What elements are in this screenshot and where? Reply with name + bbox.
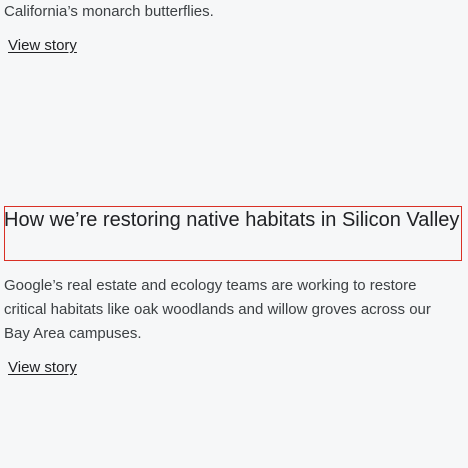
story-title-highlighted[interactable]: How we’re restoring native habitats in S… — [4, 206, 462, 261]
view-story-link-main[interactable]: View story — [8, 358, 77, 378]
story-description-main: Google’s real estate and ecology teams a… — [4, 277, 431, 342]
story-description-previous: California’s monarch butterflies. — [4, 3, 214, 20]
story-title-text: How we’re restoring native habitats in S… — [4, 209, 460, 231]
view-story-link-previous[interactable]: View story — [8, 36, 77, 56]
